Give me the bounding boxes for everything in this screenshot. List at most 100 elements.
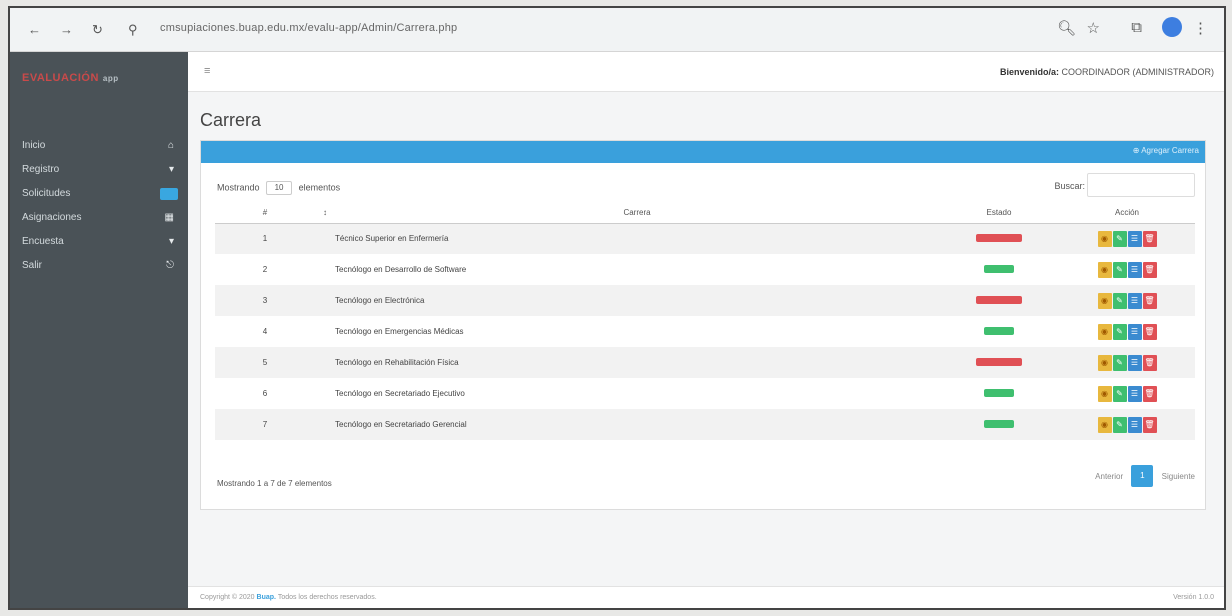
edit-button[interactable]: ✎ [1112, 323, 1127, 340]
list-button[interactable]: ☰ [1127, 292, 1142, 309]
search-input[interactable] [1087, 173, 1195, 197]
status-badge [976, 233, 1022, 242]
menu-toggle-icon[interactable]: ≡ [204, 65, 210, 77]
welcome-text: Bienvenido/a: COORDINADOR (ADMINISTRADOR… [999, 67, 1214, 77]
exit-icon: ⎋ [166, 260, 174, 271]
row-spacer [315, 409, 335, 440]
table-row: 5 Tecnólogo en Rehabilitación Física ◉ ✎ ☰ 🗑︎ [215, 347, 1195, 378]
copyright: Copyright © 2020 Buap. Todos los derecho… [200, 594, 377, 601]
sidebar-menu: Inicio ⌂ Registro ▾ Solicitudes Asignaci… [10, 134, 188, 278]
version-label: Versión 1.0.0 [1173, 594, 1214, 601]
page-length-control: Mostrando 10 elementos [217, 181, 340, 195]
row-number: 4 [262, 327, 268, 336]
status-cell [939, 378, 1059, 409]
row-number: 2 [262, 265, 268, 274]
bookmark-star-icon[interactable]: ☆ [1087, 19, 1100, 37]
status-cell [939, 316, 1059, 347]
list-button[interactable]: ☰ [1127, 261, 1142, 278]
table-row: 6 Tecnólogo en Secretariado Ejecutivo ◉ ✎ ☰ 🗑… [215, 378, 1195, 409]
delete-button[interactable]: 🗑︎ [1142, 292, 1157, 309]
search-label: Buscar: [1054, 181, 1085, 191]
view-button[interactable]: ◉ [1097, 230, 1112, 247]
actions-cell: ◉ ✎ ☰ 🗑︎ [1059, 285, 1195, 316]
forward-icon[interactable]: → [60, 22, 73, 37]
column-header-carrera[interactable]: Carrera [335, 203, 939, 224]
carrera-table: # ↕ Carrera Estado Acción 1 Técnico Super… [215, 203, 1195, 440]
delete-button[interactable]: 🗑︎ [1142, 354, 1157, 371]
table-info: Mostrando 1 a 7 de 7 elementos [217, 479, 332, 488]
row-spacer [315, 378, 335, 409]
view-button[interactable]: ◉ [1097, 354, 1112, 371]
sidebar-item-inicio[interactable]: Inicio ⌂ [10, 134, 188, 158]
sidebar-item-solicitudes[interactable]: Solicitudes [10, 182, 188, 206]
delete-button[interactable]: 🗑︎ [1142, 230, 1157, 247]
sidebar-item-label: Registro [22, 164, 60, 175]
list-button[interactable]: ☰ [1127, 230, 1142, 247]
main-content: ≡ Bienvenido/a: COORDINADOR (ADMINISTRAD… [188, 52, 1224, 608]
footer: Copyright © 2020 Buap. Todos los derecho… [188, 586, 1224, 608]
calendar-icon: ▦ [164, 212, 174, 223]
carrera-name: Tecnólogo en Rehabilitación Física [335, 347, 939, 378]
view-button[interactable]: ◉ [1097, 416, 1112, 433]
sidebar-item-encuesta[interactable]: Encuesta ▾ [10, 230, 188, 254]
sidebar-item-salir[interactable]: Salir ⎋ [10, 254, 188, 278]
carrera-name: Técnico Superior en Enfermería [335, 223, 939, 254]
back-icon[interactable]: ← [28, 22, 41, 37]
page-length-select[interactable]: 10 [266, 181, 293, 195]
site-info-icon[interactable]: ⚲ [128, 22, 138, 38]
list-button[interactable]: ☰ [1127, 354, 1142, 371]
edit-button[interactable]: ✎ [1112, 292, 1127, 309]
reload-icon[interactable]: ↻ [92, 22, 103, 38]
sort-icon[interactable]: ↕ [315, 203, 335, 224]
view-button[interactable]: ◉ [1097, 261, 1112, 278]
row-number: 6 [262, 389, 268, 398]
sidebar-item-registro[interactable]: Registro ▾ [10, 158, 188, 182]
top-navbar: ≡ Bienvenido/a: COORDINADOR (ADMINISTRAD… [188, 52, 1224, 92]
table-header-row: # ↕ Carrera Estado Acción [215, 203, 1195, 224]
status-badge [976, 295, 1022, 304]
view-button[interactable]: ◉ [1097, 323, 1112, 340]
delete-button[interactable]: 🗑︎ [1142, 416, 1157, 433]
address-bar[interactable]: cmsupiaciones.buap.edu.mx/evalu-app/Admi… [160, 22, 457, 34]
row-spacer [315, 316, 335, 347]
edit-button[interactable]: ✎ [1112, 385, 1127, 402]
column-header-num[interactable]: # [215, 203, 315, 224]
actions-cell: ◉ ✎ ☰ 🗑︎ [1059, 409, 1195, 440]
edit-button[interactable]: ✎ [1112, 230, 1127, 247]
delete-button[interactable]: 🗑︎ [1142, 261, 1157, 278]
status-badge [976, 357, 1022, 366]
actions-cell: ◉ ✎ ☰ 🗑︎ [1059, 347, 1195, 378]
row-number: 7 [215, 409, 315, 440]
edit-button[interactable]: ✎ [1112, 261, 1127, 278]
sidebar-item-label: Solicitudes [22, 188, 71, 199]
row-spacer [315, 285, 335, 316]
next-page-button[interactable]: Siguiente [1162, 472, 1195, 481]
delete-button[interactable]: 🗑︎ [1142, 323, 1157, 340]
status-cell [939, 223, 1059, 254]
row-spacer [315, 223, 335, 254]
page-title: Carrera [200, 110, 262, 130]
status-cell [939, 285, 1059, 316]
view-button[interactable]: ◉ [1097, 292, 1112, 309]
row-spacer [315, 254, 335, 285]
view-button[interactable]: ◉ [1097, 385, 1112, 402]
list-button[interactable]: ☰ [1127, 323, 1142, 340]
brand-logo[interactable]: EVALUACIÓN app [22, 72, 119, 84]
page-1-button[interactable]: 1 [1131, 465, 1154, 487]
add-carrera-button[interactable]: ⊕ Agregar Carrera [1133, 146, 1199, 155]
list-button[interactable]: ☰ [1127, 416, 1142, 433]
menu-kebab-icon[interactable]: ⋮ [1193, 19, 1208, 37]
column-header-estado[interactable]: Estado [939, 203, 1059, 224]
home-icon: ⌂ [167, 140, 174, 151]
list-button[interactable]: ☰ [1127, 385, 1142, 402]
sidebar-item-asignaciones[interactable]: Asignaciones ▦ [10, 206, 188, 230]
edit-button[interactable]: ✎ [1112, 416, 1127, 433]
profile-avatar[interactable] [1162, 17, 1182, 37]
edit-button[interactable]: ✎ [1112, 354, 1127, 371]
extensions-icon[interactable]: ⧉ [1131, 19, 1142, 36]
prev-page-button[interactable]: Anterior [1095, 472, 1123, 481]
status-cell [939, 409, 1059, 440]
actions-cell: ◉ ✎ ☰ 🗑︎ [1059, 316, 1195, 347]
delete-button[interactable]: 🗑︎ [1142, 385, 1157, 402]
zoom-icon[interactable]: 🔍︎ [1057, 19, 1076, 37]
